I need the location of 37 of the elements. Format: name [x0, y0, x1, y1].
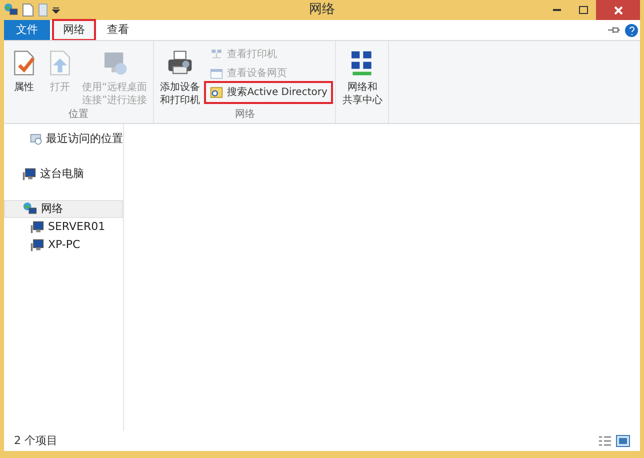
close-button[interactable]: [596, 0, 640, 20]
pin-icon[interactable]: [607, 25, 621, 35]
web-page-icon: [210, 67, 224, 80]
help-button[interactable]: [625, 24, 638, 36]
nav-item[interactable]: XP-PC: [4, 236, 123, 254]
nav-item[interactable]: 网络: [4, 200, 123, 218]
minimize-icon: [553, 9, 561, 11]
dropdown-icon[interactable]: [52, 6, 60, 14]
computer-icon: [30, 220, 44, 234]
ribbon-button[interactable]: 添加设备 和打印机: [158, 45, 202, 107]
ribbon-button[interactable]: 网络和 共享中心: [340, 45, 384, 107]
close-icon: [614, 6, 622, 14]
window-title: 网络: [308, 1, 336, 20]
file-tab[interactable]: 文件: [4, 20, 50, 40]
maximize-icon: [578, 6, 588, 14]
ribbon-button[interactable]: 搜索Active Directory: [206, 83, 332, 102]
computer-icon: [22, 167, 36, 181]
status-text: 2 个项目: [14, 432, 58, 449]
ribbon-button[interactable]: 属性: [8, 45, 40, 107]
printer-icon: [166, 49, 194, 77]
network-globe-icon: [4, 3, 18, 17]
ribbon-tab[interactable]: 网络: [53, 20, 95, 40]
nav-item[interactable]: 这台电脑: [4, 165, 123, 183]
nav-item[interactable]: 最近访问的位置: [4, 130, 123, 148]
details-view-icon[interactable]: [598, 435, 612, 447]
large-icons-view-icon[interactable]: [616, 435, 630, 447]
question-mark-icon: [628, 26, 634, 34]
group-label: 网络: [234, 108, 256, 122]
network-globe-icon: [23, 202, 37, 216]
ribbon-tab[interactable]: 查看: [98, 20, 138, 40]
document-icon[interactable]: [22, 3, 34, 17]
group-label: 位置: [68, 108, 90, 122]
computer-icon: [30, 238, 44, 252]
recent-places-icon: [30, 132, 42, 146]
network-grid-icon: [210, 48, 224, 61]
nav-item[interactable]: SERVER01: [4, 218, 123, 236]
directory-search-icon: [210, 86, 224, 99]
